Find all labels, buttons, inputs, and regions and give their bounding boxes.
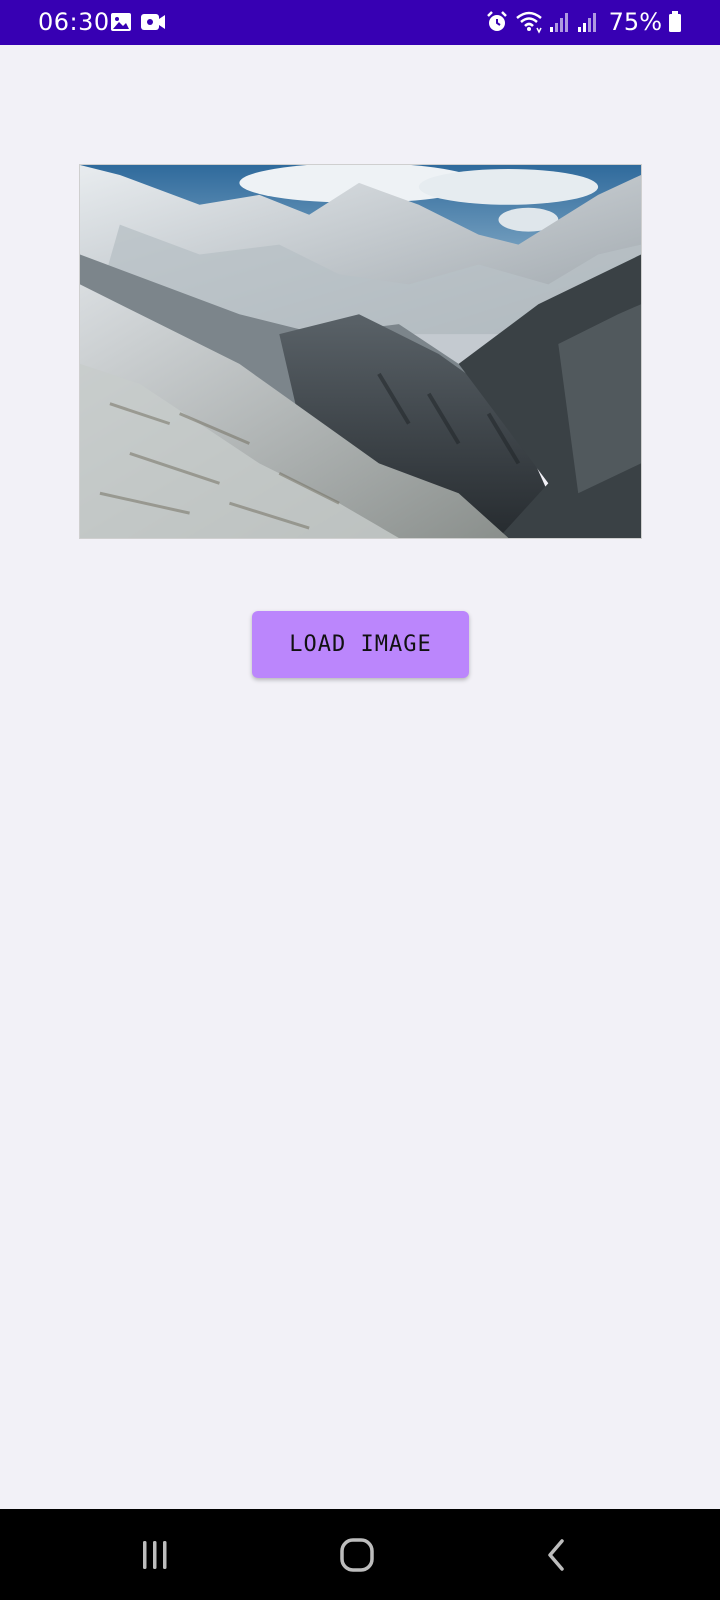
back-icon [542,1537,572,1573]
status-right-icons: 75% [485,8,682,36]
home-button[interactable] [327,1535,387,1575]
alarm-icon [485,10,509,34]
video-camera-icon [140,12,166,32]
status-bar: 06:30 75% [0,0,720,45]
battery-icon [668,11,682,33]
signal-icon [577,11,599,33]
loaded-image [79,164,642,539]
navigation-bar [0,1509,720,1600]
signal-icon [549,11,571,33]
wifi-icon [515,10,543,34]
image-icon [110,12,132,32]
status-left-icons [110,12,166,32]
battery-percentage: 75% [608,8,662,36]
status-time: 06:30 [38,8,110,36]
home-icon [339,1537,375,1573]
load-image-button[interactable]: LOAD IMAGE [252,611,469,678]
back-button[interactable] [527,1535,587,1575]
recent-apps-icon [138,1538,172,1572]
recent-apps-button[interactable] [125,1535,185,1575]
